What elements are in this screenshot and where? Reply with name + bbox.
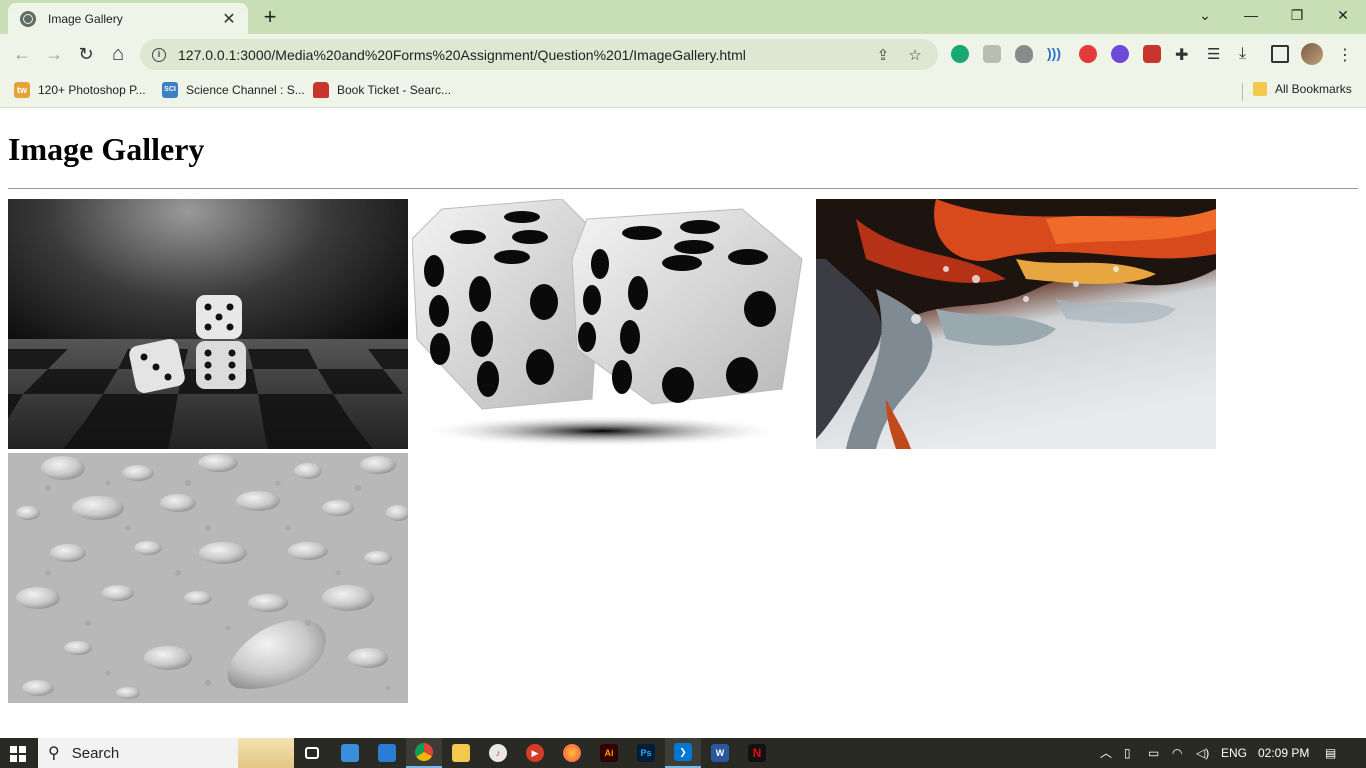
folder-icon [1253, 82, 1267, 96]
bookmarks-bar: tw 120+ Photoshop P... SCI Science Chann… [0, 74, 1366, 108]
two-dice-image [412, 199, 812, 449]
taskbar-mail[interactable] [369, 738, 405, 768]
red-extension-icon[interactable] [1143, 45, 1161, 63]
windows-start-icon[interactable] [10, 746, 26, 762]
photoshop-icon: Ps [637, 744, 655, 762]
mail-icon [378, 744, 396, 762]
windows-taskbar: ⚲ Search ♪ ▶ Ai Ps ❯ W N ︿ ▯ ▭ ◠ ◁) ENG … [0, 738, 1366, 768]
bookmark-label: Science Channel : S... [186, 83, 305, 97]
wifi-icon[interactable]: ◠ [1172, 738, 1182, 768]
tw-icon: tw [14, 82, 30, 98]
store-icon [341, 744, 359, 762]
taskbar-photoshop[interactable]: Ps [628, 738, 664, 768]
language-indicator[interactable]: ENG [1221, 738, 1247, 768]
bookmark-photoshop[interactable]: tw 120+ Photoshop P... [14, 82, 146, 98]
word-icon: W [711, 744, 729, 762]
taskbar-store[interactable] [332, 738, 368, 768]
bookmark-star-icon[interactable]: ☆ [904, 46, 926, 64]
search-label: Search [71, 744, 120, 762]
reload-button[interactable]: ↻ [72, 40, 100, 68]
new-tab-button[interactable]: + [258, 5, 282, 29]
vscode-icon: ❯ [674, 743, 692, 761]
side-panel-icon[interactable] [1271, 45, 1289, 63]
taskbar-chrome[interactable] [406, 738, 442, 768]
home-button[interactable]: ⌂ [104, 40, 132, 68]
globe-icon [20, 10, 36, 27]
page-title: Image Gallery [8, 131, 205, 167]
battery-icon[interactable]: ▭ [1148, 738, 1159, 768]
firefox-icon [563, 744, 581, 762]
all-bookmarks-label: All Bookmarks [1275, 82, 1352, 96]
chrome-icon [415, 743, 433, 761]
heading-divider [8, 188, 1358, 189]
taskbar-word[interactable]: W [702, 738, 738, 768]
gallery-image-water-droplets[interactable] [8, 453, 408, 703]
site-info-icon[interactable]: i [152, 47, 166, 62]
tab-title: Image Gallery [48, 11, 123, 26]
play-icon: ▶ [526, 744, 544, 762]
gallery-image-dice-chessboard[interactable] [8, 199, 408, 449]
puzzle-icon[interactable]: ✚ [1175, 45, 1193, 64]
sci-icon: SCI [162, 82, 178, 98]
bookmark-label: 120+ Photoshop P... [38, 83, 146, 97]
url-text[interactable]: 127.0.0.1:3000/Media%20and%20Forms%20Ass… [178, 47, 862, 63]
taskbar-media-player[interactable]: ▶ [517, 738, 553, 768]
folder-icon [452, 744, 470, 762]
music-icon: ♪ [489, 744, 507, 762]
fluid-art-image [816, 199, 1216, 449]
back-button[interactable]: ← [8, 40, 36, 68]
volume-icon[interactable]: ◁) [1196, 738, 1209, 768]
illustrator-icon: Ai [600, 744, 618, 762]
vpn-icon[interactable] [1111, 45, 1129, 63]
taskbar-vscode[interactable]: ❯ [665, 738, 701, 768]
menu-kebab-icon[interactable]: ⋮ [1337, 45, 1355, 64]
fast-forward-icon[interactable] [1079, 45, 1097, 63]
bus-icon [313, 82, 329, 98]
browser-toolbar: ← → ↻ ⌂ i 127.0.0.1:3000/Media%20and%20F… [0, 34, 1366, 74]
close-window-button[interactable]: ✕ [1320, 0, 1366, 30]
grammarly-icon[interactable] [951, 45, 969, 63]
netflix-icon: N [748, 744, 766, 762]
notifications-icon[interactable]: ▤ [1325, 738, 1341, 768]
taskbar-illustrator[interactable]: Ai [591, 738, 627, 768]
task-view-icon [305, 747, 319, 759]
all-bookmarks-button[interactable]: All Bookmarks [1253, 82, 1352, 96]
taskbar-itunes[interactable]: ♪ [480, 738, 516, 768]
bookmarks-divider [1242, 83, 1243, 101]
taskbar-netflix[interactable]: N [739, 738, 775, 768]
bug-icon[interactable] [1015, 45, 1033, 63]
tab-strip: Image Gallery ✕ + ⌄ — ❐ ✕ [0, 0, 1366, 34]
search-icon: ⚲ [48, 745, 60, 762]
bookmark-science-channel[interactable]: SCI Science Channel : S... [162, 82, 305, 98]
minimize-button[interactable]: — [1228, 0, 1274, 30]
wifi-extension-icon[interactable]: ))) [1047, 45, 1065, 63]
taskbar-firefox[interactable] [554, 738, 590, 768]
restore-button[interactable]: ❐ [1274, 0, 1320, 30]
tab-close-button[interactable]: ✕ [220, 9, 238, 29]
address-bar[interactable]: i 127.0.0.1:3000/Media%20and%20Forms%20A… [140, 39, 938, 70]
gallery-image-two-dice[interactable] [412, 199, 812, 449]
gallery-image-fluid-art[interactable] [816, 199, 1216, 449]
media-queue-icon[interactable]: ☰ [1207, 45, 1225, 63]
bookmark-book-ticket[interactable]: Book Ticket - Searc... [313, 82, 451, 98]
download-icon[interactable]: ⤓ [1239, 45, 1257, 63]
clock[interactable]: 02:09 PM [1258, 738, 1309, 768]
taskbar-file-explorer[interactable] [443, 738, 479, 768]
giraffe-illustration-icon [238, 738, 294, 768]
share-icon[interactable]: ⇪ [872, 46, 894, 64]
dice-chessboard-image [8, 199, 408, 449]
forward-button[interactable]: → [40, 40, 68, 68]
tab-search-button[interactable]: ⌄ [1182, 0, 1228, 30]
page-content: Image Gallery [0, 109, 1366, 737]
water-droplets-image [8, 453, 408, 703]
profile-avatar[interactable] [1301, 43, 1323, 65]
taskbar-search[interactable]: ⚲ Search [38, 738, 294, 768]
tab-image-gallery[interactable]: Image Gallery ✕ [8, 3, 248, 34]
device-icon[interactable]: ▯ [1124, 738, 1131, 768]
bookmark-label: Book Ticket - Searc... [337, 83, 452, 97]
extension-icon[interactable] [983, 45, 1001, 63]
chevron-up-icon[interactable]: ︿ [1100, 738, 1112, 768]
task-view-button[interactable] [294, 738, 330, 768]
